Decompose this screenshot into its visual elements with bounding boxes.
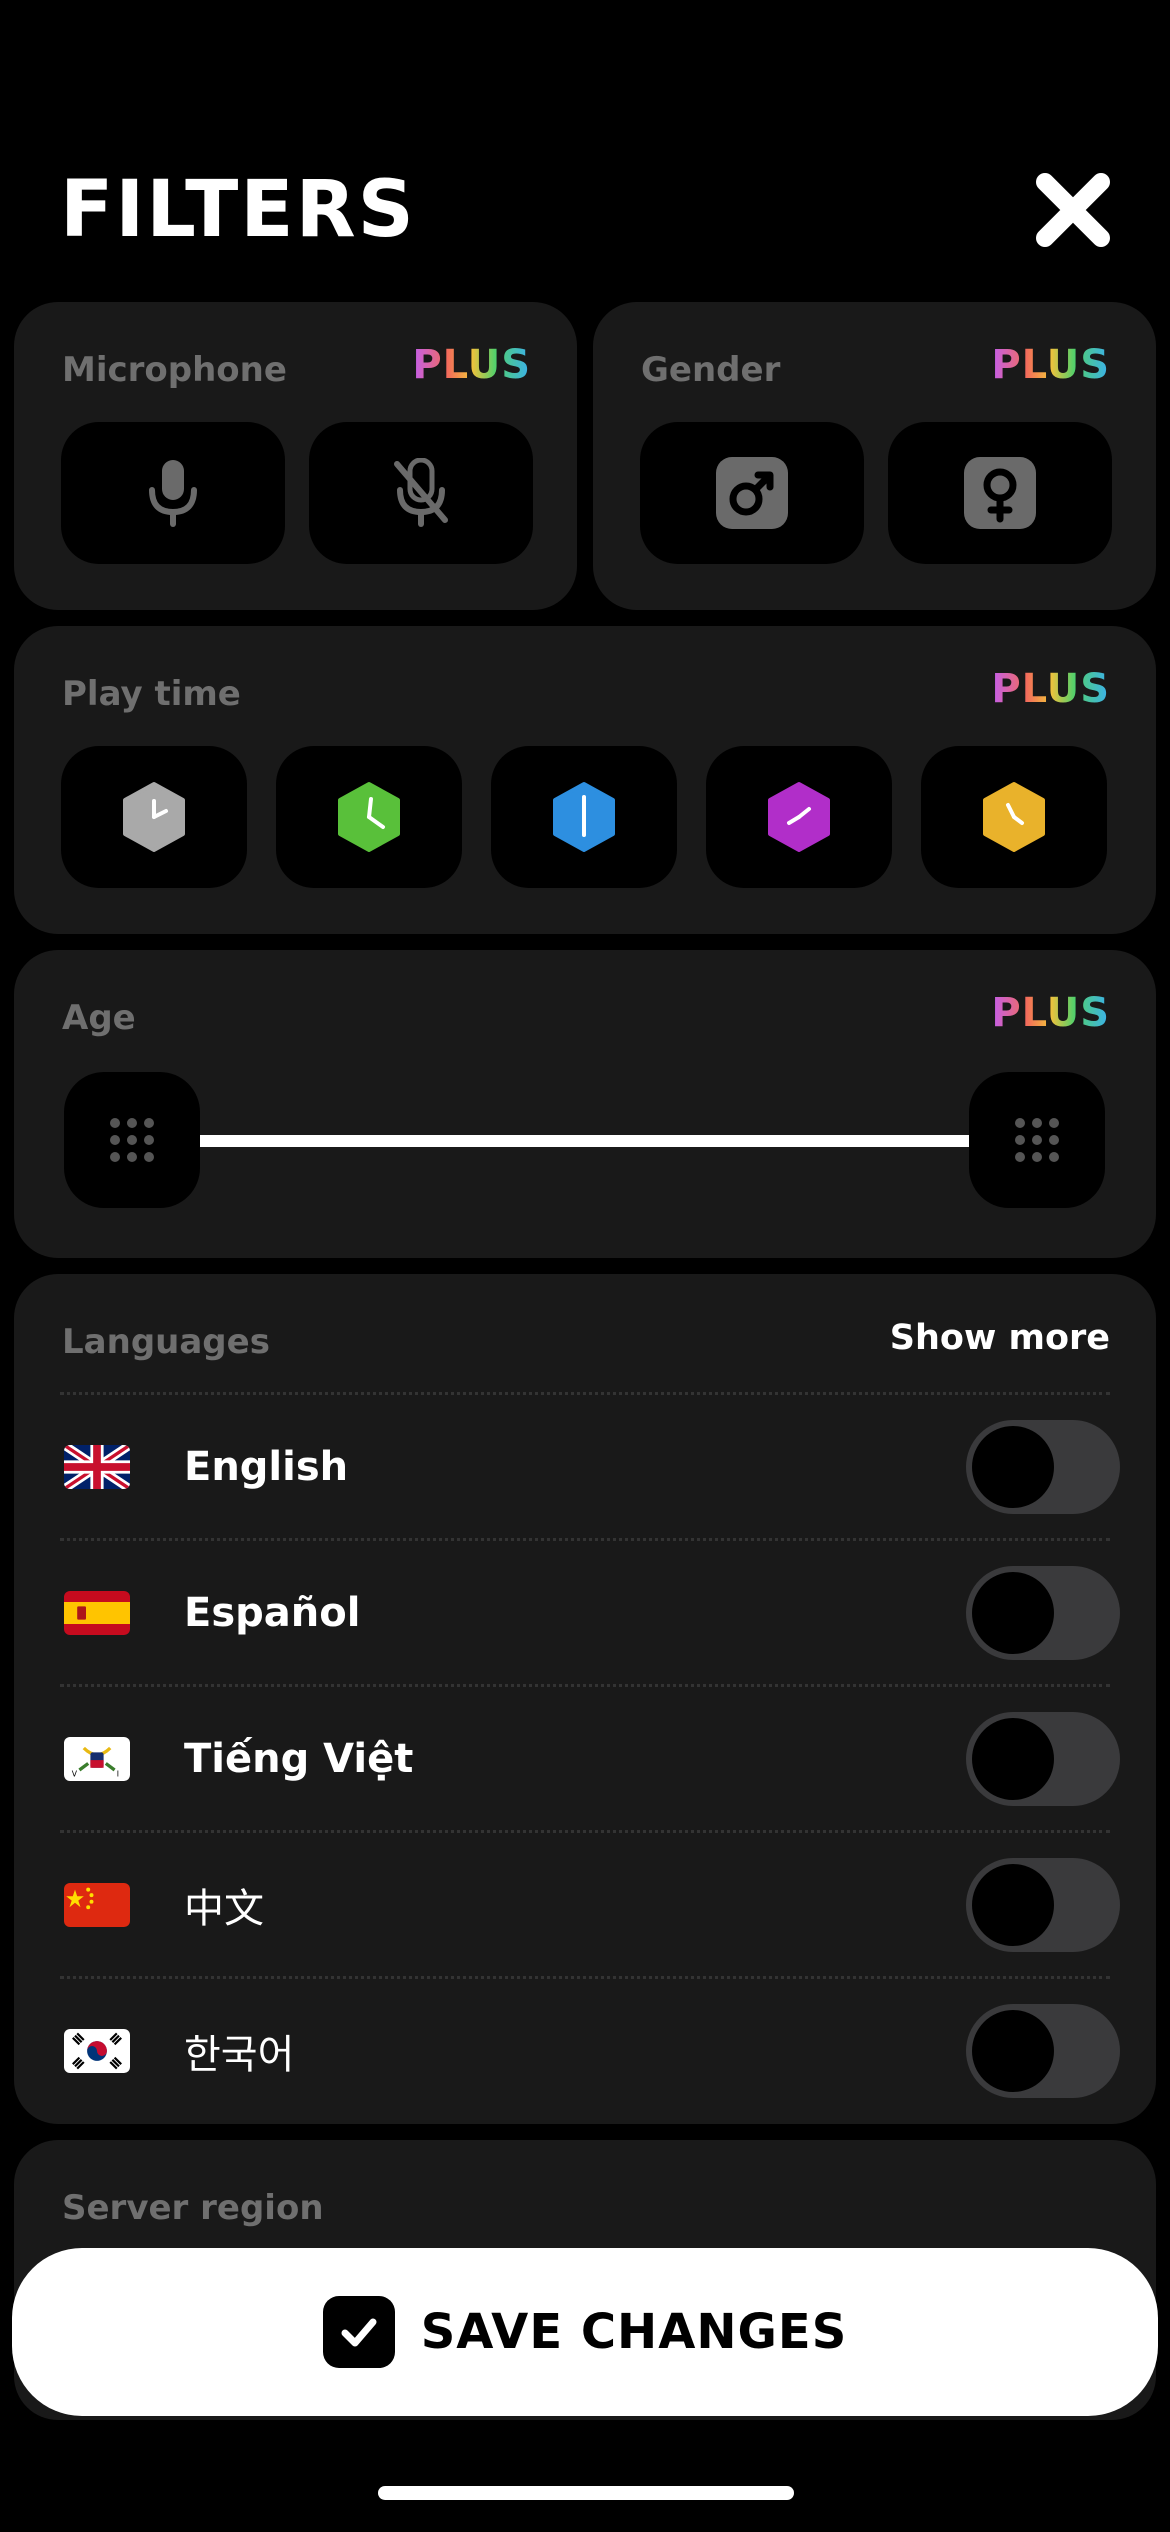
playtime-option-3[interactable] bbox=[491, 746, 677, 888]
toggle-knob bbox=[972, 1572, 1054, 1654]
china-flag-icon bbox=[64, 1883, 130, 1927]
toggle-knob bbox=[972, 2010, 1054, 2092]
microphone-on-button[interactable] bbox=[61, 422, 285, 564]
playtime-option-5[interactable] bbox=[921, 746, 1107, 888]
svg-text:V: V bbox=[72, 1770, 78, 1779]
language-name: Tiếng Việt bbox=[184, 1736, 414, 1782]
language-row-english: English bbox=[14, 1394, 1156, 1540]
age-min-handle[interactable] bbox=[64, 1072, 200, 1208]
language-name: 中文 bbox=[184, 1886, 264, 1932]
female-button[interactable] bbox=[888, 422, 1112, 564]
server-region-label: Server region bbox=[62, 2188, 324, 2228]
language-row-spanish: Español bbox=[14, 1540, 1156, 1686]
toggle-knob bbox=[972, 1864, 1054, 1946]
header: FILTERS bbox=[0, 0, 1170, 290]
male-button[interactable] bbox=[640, 422, 864, 564]
uk-flag-icon bbox=[64, 1445, 130, 1489]
clock-yellow-icon bbox=[983, 782, 1045, 852]
playtime-option-2[interactable] bbox=[276, 746, 462, 888]
female-icon bbox=[964, 457, 1036, 529]
gender-card: Gender PLUS bbox=[593, 302, 1156, 610]
plus-badge: PLUS bbox=[991, 990, 1110, 1036]
spain-flag-icon bbox=[64, 1591, 130, 1635]
toggle-knob bbox=[972, 1426, 1054, 1508]
south-korea-flag-icon bbox=[64, 2029, 130, 2073]
male-icon bbox=[716, 457, 788, 529]
clock-blue-icon bbox=[553, 782, 615, 852]
language-name: Español bbox=[184, 1590, 361, 1636]
playtime-label: Play time bbox=[62, 674, 241, 714]
playtime-card: Play time PLUS bbox=[14, 626, 1156, 934]
language-name: 한국어 bbox=[184, 2032, 295, 2078]
plus-badge: PLUS bbox=[991, 666, 1110, 712]
english-toggle[interactable] bbox=[966, 1420, 1120, 1514]
spanish-toggle[interactable] bbox=[966, 1566, 1120, 1660]
clock-gray-icon bbox=[123, 782, 185, 852]
home-indicator[interactable] bbox=[378, 2486, 794, 2500]
language-row-korean: 한국어 bbox=[14, 1978, 1156, 2124]
save-changes-button[interactable]: SAVE CHANGES bbox=[12, 2248, 1158, 2416]
microphone-off-button[interactable] bbox=[309, 422, 533, 564]
show-more-link[interactable]: Show more bbox=[890, 1318, 1110, 1358]
save-changes-label: SAVE CHANGES bbox=[420, 2304, 848, 2360]
age-max-handle[interactable] bbox=[969, 1072, 1105, 1208]
toggle-knob bbox=[972, 1718, 1054, 1800]
chinese-toggle[interactable] bbox=[966, 1858, 1120, 1952]
microphone-on-icon bbox=[149, 460, 197, 527]
checkmark-icon bbox=[322, 2296, 395, 2368]
page-title: FILTERS bbox=[60, 165, 416, 255]
playtime-option-4[interactable] bbox=[706, 746, 892, 888]
languages-card: Languages Show more English Español V I … bbox=[14, 1274, 1156, 2124]
plus-badge: PLUS bbox=[991, 342, 1110, 388]
microphone-label: Microphone bbox=[62, 350, 287, 390]
age-card: Age PLUS bbox=[14, 950, 1156, 1258]
age-slider-track[interactable] bbox=[189, 1135, 984, 1147]
playtime-option-1[interactable] bbox=[61, 746, 247, 888]
clock-green-icon bbox=[338, 782, 400, 852]
microphone-off-icon bbox=[394, 458, 448, 527]
svg-text:I: I bbox=[117, 1770, 119, 1779]
clock-purple-icon bbox=[768, 782, 830, 852]
language-row-chinese: 中文 bbox=[14, 1832, 1156, 1978]
vietnamese-toggle[interactable] bbox=[966, 1712, 1120, 1806]
gender-label: Gender bbox=[641, 350, 781, 390]
plus-badge: PLUS bbox=[412, 342, 531, 388]
korean-toggle[interactable] bbox=[966, 2004, 1120, 2098]
drag-handle-icon bbox=[110, 1118, 154, 1162]
language-name: English bbox=[184, 1444, 349, 1490]
language-row-vietnamese: V I Tiếng Việt bbox=[14, 1686, 1156, 1832]
drag-handle-icon bbox=[1015, 1118, 1059, 1162]
us-virgin-islands-flag-icon: V I bbox=[64, 1737, 130, 1781]
close-icon bbox=[1036, 173, 1110, 247]
age-label: Age bbox=[62, 998, 136, 1038]
close-button[interactable] bbox=[1035, 172, 1111, 248]
microphone-card: Microphone PLUS bbox=[14, 302, 577, 610]
languages-label: Languages bbox=[62, 1322, 270, 1362]
